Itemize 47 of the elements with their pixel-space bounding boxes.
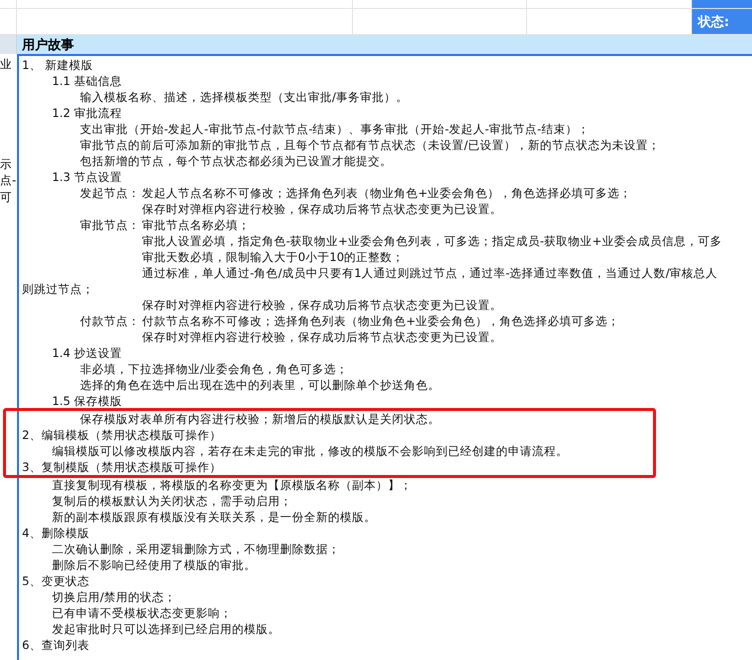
story-text: 复制后的模板默认为关闭状态，需手动启用； (52, 493, 292, 509)
cell-text: 业 (0, 56, 12, 72)
story-text: 输入模板名称、描述，选择模板类型（支出审批/事务审批）。 (80, 89, 408, 105)
story-text: 付款节点名称不可修改；选择角色列表（物业角色+业委会角色），角色选择必填可多选； (142, 313, 620, 329)
story-text: 审批人设置必填，指定角色-获取物业+业委会角色列表，可多选；指定成员-获取物业+业委会成员信息，可多 (142, 233, 722, 249)
story-text: 保存时对弹框内容进行校验，保存成功后将节点状态变更为已设置。 (142, 329, 502, 345)
section-heading: 3、复制模版（禁用状态模版可操作） (22, 459, 222, 475)
story-text: 删除后不影响已经使用了模版的审批。 (52, 557, 256, 573)
section-heading: 1、 新建模版 (22, 57, 94, 73)
story-text: 保存时对弹框内容进行校验，保存成功后将节点状态变更为已设置。 (142, 297, 502, 313)
story-text: 发起审批时只可以选择到已经启用的模版。 (52, 621, 280, 637)
story-text: 保存时对弹框内容进行校验，保存成功后将节点状态变更为已设置。 (142, 201, 502, 217)
story-text: 审批节点的前后可添加新的审批节点，且每个节点都有节点状态（未设置/已设置），新的节点状态为未设置； (80, 137, 660, 153)
story-text: 二次确认删除，采用逻辑删除方式，不物理删除数据； (52, 541, 340, 557)
story-text: 1.1 基础信息 (52, 73, 122, 89)
header-cell (692, 0, 752, 8)
cell-text: 可 (0, 188, 12, 205)
story-text: 已有申请不受模板状态变更影响； (52, 605, 232, 621)
story-text: 审批天数必填，限制输入大于0小于10的正整数； (142, 249, 404, 265)
story-text: 审批节点名称必填； (142, 217, 250, 233)
story-text: 则跳过节点； (22, 281, 94, 297)
story-text: 保存模版对表单所有内容进行校验；新增后的模版默认是关闭状态。 (80, 411, 440, 427)
story-text: 1.4 抄送设置 (52, 345, 122, 361)
story-text: 1.5 保存模版 (52, 393, 122, 409)
story-text: 通过标准，单人通过-角色/成员中只要有1人通过则跳过节点，通过率-选择通过率数值，当通过人数/审核总人 (142, 265, 718, 281)
node-label: 审批节点： (80, 217, 141, 233)
node-label: 发起节点： (80, 185, 141, 201)
story-text: 非必填，下拉选择物业/业委会角色，角色可多选； (80, 361, 348, 377)
story-text: 1.2 审批流程 (52, 105, 122, 121)
story-text: 选择的角色在选中后出现在选中的列表里，可以删除单个抄送角色。 (80, 377, 440, 393)
section-heading: 6、查询列表 (22, 637, 90, 653)
story-text: 包括新增的节点，每个节点状态都必须为已设置才能提交。 (80, 153, 392, 169)
story-text: 1.3 节点设置 (52, 169, 122, 185)
node-label: 付款节点： (80, 313, 141, 329)
story-text: 编辑模版可以修改模版内容，若存在未走完的审批，修改的模版不会影响到已经创建的申请流程。 (52, 443, 568, 459)
story-text: 发起人节点名称不可修改；选择角色列表（物业角色+业委会角色），角色选择必填可多选； (142, 185, 632, 201)
section-heading: 2、编辑模板（禁用状态模版可操作） (22, 427, 222, 443)
cell-text: 点- (0, 172, 16, 188)
section-heading: 5、变更状态 (22, 573, 90, 589)
story-text: 支出审批（开始-发起人-审批节点-付款节点-结束）、事务审批（开始-发起人-审批节点-结束）； (80, 121, 590, 137)
status-label: 状态: (692, 9, 752, 34)
section-heading: 4、删除模版 (22, 525, 90, 541)
story-text: 新的副本模版跟原有模版没有关联关系，是一份全新的模版。 (52, 509, 376, 525)
column-header: 用户故事 (17, 35, 752, 54)
story-text: 切换启用/禁用的状态； (52, 589, 176, 605)
story-text: 直接复制现有模板，将模版的名称变更为【原模版名称（副本）】； (52, 477, 412, 493)
cell-text: 示 (0, 156, 12, 172)
